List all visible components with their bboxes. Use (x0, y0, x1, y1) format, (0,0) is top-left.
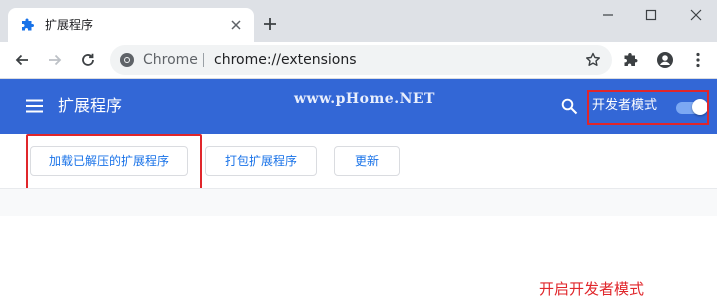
profile-avatar-icon[interactable] (656, 51, 674, 69)
highlight-box-developer-mode (587, 90, 709, 125)
page-title: 扩展程序 (58, 96, 123, 115)
extensions-puzzle-icon[interactable] (623, 51, 641, 69)
chrome-icon (120, 53, 134, 67)
extensions-list-area (0, 189, 717, 216)
minimize-icon[interactable] (599, 6, 617, 24)
maximize-icon[interactable] (642, 6, 660, 24)
annotation-text: 开启开发者模式 (539, 280, 645, 298)
tab-title: 扩展程序 (45, 18, 94, 32)
address-bar[interactable]: Chrome chrome://extensions (110, 45, 612, 75)
window-close-icon[interactable] (687, 6, 705, 24)
forward-icon[interactable] (46, 51, 64, 69)
puzzle-icon (22, 18, 34, 31)
watermark-text: www.pHome.NET (294, 91, 435, 107)
site-label: Chrome (143, 52, 198, 68)
hamburger-menu-icon[interactable] (26, 99, 43, 113)
browser-toolbar: Chrome chrome://extensions (0, 42, 717, 79)
tab-strip: 扩展程序 (0, 0, 717, 42)
update-button[interactable]: 更新 (334, 146, 400, 176)
url-text[interactable]: chrome://extensions (214, 51, 357, 69)
star-icon[interactable] (584, 51, 602, 69)
highlight-box-load-unpacked (26, 134, 202, 190)
pack-extension-button[interactable]: 打包扩展程序 (205, 146, 317, 176)
search-icon[interactable] (561, 98, 578, 115)
back-icon[interactable] (13, 51, 31, 69)
reload-icon[interactable] (79, 51, 97, 69)
omnibox-divider (203, 53, 204, 67)
new-tab-icon[interactable] (262, 16, 278, 32)
close-icon[interactable] (228, 17, 244, 33)
menu-dots-icon[interactable] (689, 51, 707, 69)
tab-extensions[interactable]: 扩展程序 (8, 8, 254, 42)
